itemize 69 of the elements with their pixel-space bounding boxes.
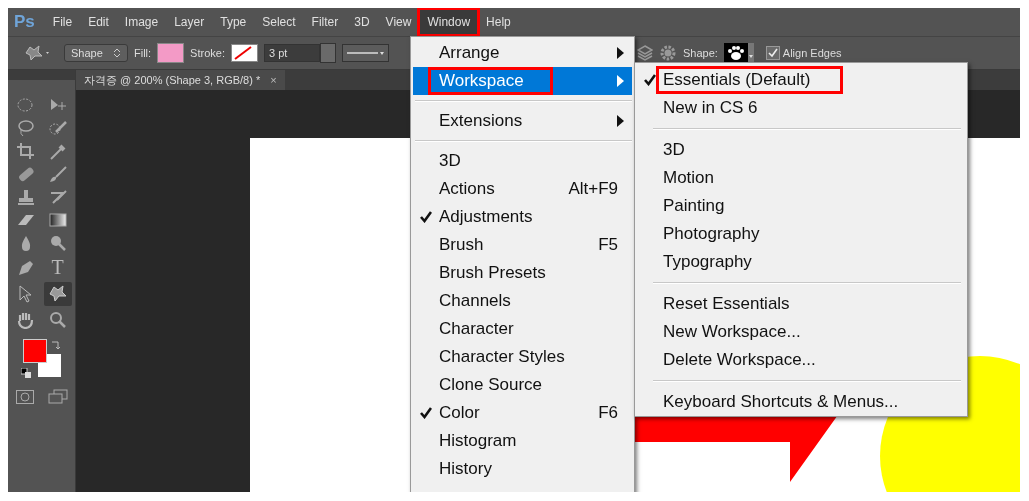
- shape-tool-icon[interactable]: [43, 282, 72, 306]
- menu-item[interactable]: Keyboard Shortcuts & Menus...: [637, 388, 965, 416]
- brush-icon[interactable]: [47, 165, 68, 183]
- quick-mask-icon[interactable]: [15, 390, 34, 404]
- document-tab[interactable]: 자격증 @ 200% (Shape 3, RGB/8) * ×: [76, 70, 285, 90]
- line-style-select[interactable]: [341, 44, 389, 62]
- menu-item[interactable]: Channels: [413, 287, 632, 315]
- fill-label: Fill:: [134, 47, 152, 59]
- fill-swatch[interactable]: [157, 43, 185, 63]
- type-tool[interactable]: T: [51, 257, 64, 277]
- menu-item[interactable]: Workspace: [413, 67, 632, 95]
- ellipse-select-icon[interactable]: [15, 96, 36, 114]
- menu-item[interactable]: Painting: [637, 192, 965, 220]
- menu-item[interactable]: Type: [212, 9, 255, 35]
- screen-mode-icon[interactable]: [47, 389, 68, 405]
- updown-arrows-icon: [113, 48, 121, 58]
- mode-select[interactable]: Shape: [64, 44, 128, 62]
- menu-item[interactable]: Color F6: [413, 399, 632, 427]
- menu-item[interactable]: 3D: [637, 136, 965, 164]
- menu-item[interactable]: Arrange: [413, 39, 632, 67]
- menu-item[interactable]: Layer: [166, 9, 213, 35]
- menu-item[interactable]: Character: [413, 315, 632, 343]
- menu-item[interactable]: New in CS 6: [637, 94, 965, 122]
- crop-icon[interactable]: [15, 142, 36, 160]
- menu-item[interactable]: Extensions: [413, 107, 632, 135]
- align-edges-label: Align Edges: [782, 47, 842, 59]
- menu-item[interactable]: Motion: [637, 164, 965, 192]
- stamp-icon[interactable]: [15, 188, 36, 206]
- menu-item[interactable]: Brush F5: [413, 231, 632, 259]
- quick-select-icon[interactable]: [47, 119, 68, 137]
- gradient-icon[interactable]: [47, 211, 68, 229]
- app-logo: Ps: [14, 12, 35, 32]
- align-edges-checkbox[interactable]: [765, 46, 780, 60]
- menu-item[interactable]: Clone Source: [413, 371, 632, 399]
- menu-item[interactable]: Image: [116, 9, 167, 35]
- stroke-swatch[interactable]: [230, 44, 258, 62]
- default-colors-icon[interactable]: [20, 368, 31, 378]
- menu-item[interactable]: Help: [478, 9, 519, 35]
- menu-item[interactable]: Typography: [637, 248, 965, 276]
- menu-item[interactable]: View: [377, 9, 420, 35]
- layers-icon[interactable]: [636, 44, 653, 62]
- shape-label: Shape:: [682, 47, 718, 59]
- menu-item[interactable]: Actions Alt+F9: [413, 175, 632, 203]
- menu-item[interactable]: Adjustments: [413, 203, 632, 231]
- menu-item[interactable]: Select: [254, 9, 304, 35]
- menu-item[interactable]: Edit: [80, 9, 117, 35]
- stroke-label: Stroke:: [190, 47, 225, 59]
- menu-item[interactable]: History: [413, 455, 632, 483]
- menu-item[interactable]: Character Styles: [413, 343, 632, 371]
- menu-item[interactable]: Filter: [303, 9, 347, 35]
- paw-shape-picker[interactable]: [723, 43, 754, 63]
- menu-item[interactable]: Brush Presets: [413, 259, 632, 287]
- menu-item[interactable]: File: [44, 9, 81, 35]
- menu-item[interactable]: 3D: [413, 147, 632, 175]
- menu-item[interactable]: Reset Essentials: [637, 290, 965, 318]
- menu-item[interactable]: 3D: [346, 9, 378, 35]
- lasso-icon[interactable]: [15, 119, 36, 137]
- close-tab-button[interactable]: ×: [270, 74, 277, 86]
- swap-arrow-icon[interactable]: [50, 340, 61, 350]
- hand-icon[interactable]: [15, 311, 36, 329]
- menu-item[interactable]: Photography: [637, 220, 965, 248]
- menu-item[interactable]: Histogram: [413, 427, 632, 455]
- menu-item[interactable]: New Workspace...: [637, 318, 965, 346]
- stroke-width-field[interactable]: 3 pt: [263, 44, 320, 62]
- menu-item[interactable]: Window: [419, 9, 479, 35]
- document-title: 자격증 @ 200% (Shape 3, RGB/8) *: [84, 72, 261, 88]
- menu-item[interactable]: Delete Workspace...: [637, 346, 965, 374]
- settings-icon[interactable]: [658, 44, 677, 62]
- zoom-icon[interactable]: [47, 311, 68, 329]
